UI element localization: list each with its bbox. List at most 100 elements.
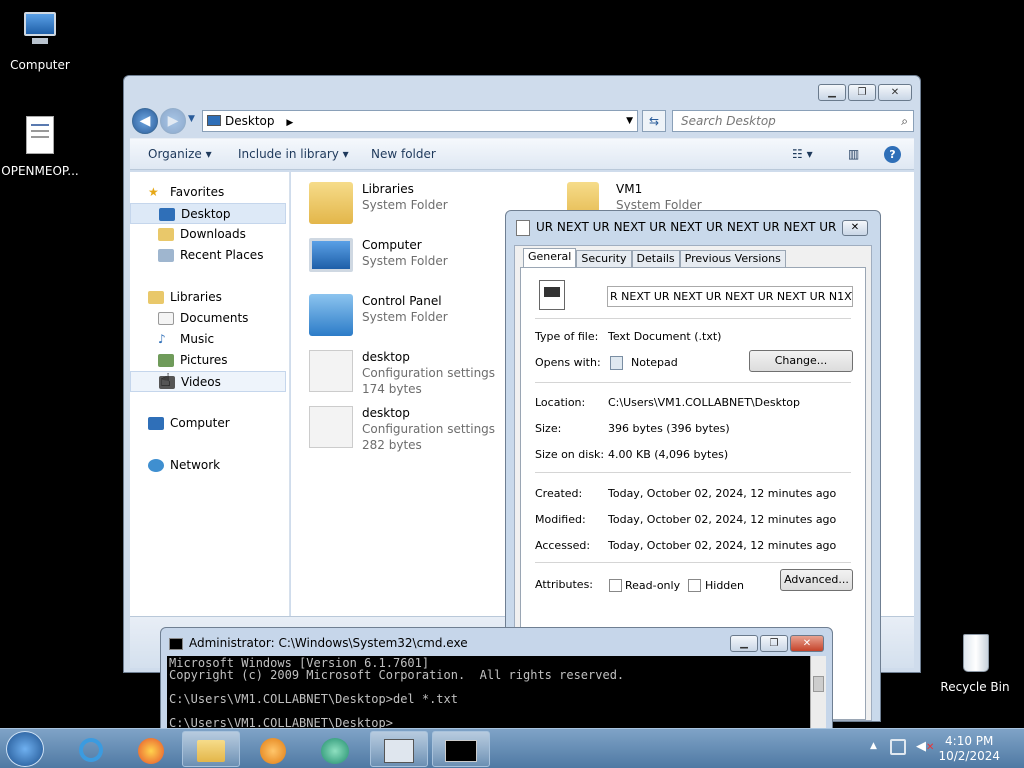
modified-value: Today, October 02, 2024, 12 minutes ago <box>608 513 837 526</box>
minimize-button[interactable]: ▁ <box>818 84 846 101</box>
tab-general[interactable]: General <box>523 248 577 268</box>
file-type-value: Text Document (.txt) <box>608 330 722 343</box>
network-tray-icon[interactable] <box>890 739 906 755</box>
back-button[interactable]: ◀ <box>132 108 158 134</box>
address-text: Desktop <box>225 114 275 128</box>
explorer-taskbar-button[interactable] <box>182 731 240 767</box>
preview-pane-icon[interactable]: ▥ <box>848 147 859 161</box>
cmd-window[interactable]: Administrator: C:\Windows\System32\cmd.e… <box>160 627 833 737</box>
show-hidden-icons[interactable]: ▲ <box>870 741 877 751</box>
maximize-button[interactable]: ❐ <box>848 84 876 101</box>
nav-recent-places[interactable]: Recent Places <box>130 245 286 266</box>
tab-details[interactable]: Details <box>631 250 680 268</box>
address-bar[interactable]: Desktop ▶ ▼ <box>202 110 638 132</box>
read-only-checkbox[interactable] <box>609 579 622 592</box>
filename-field[interactable]: R NEXT UR NEXT UR NEXT UR NEXT UR N1XT <box>607 286 853 307</box>
volume-muted-icon[interactable]: ◀✕ <box>916 739 934 755</box>
tab-previous-versions[interactable]: Previous Versions <box>679 250 786 268</box>
close-button[interactable]: ✕ <box>842 220 868 236</box>
search-icon: ⌕ <box>901 114 908 128</box>
desktop-icon-openmeop[interactable]: OPENMEOP... <box>0 116 80 178</box>
network-icon <box>148 459 164 472</box>
cmd-window-controls: ▁ ❐ ✕ <box>730 635 824 652</box>
change-button[interactable]: Change... <box>749 350 853 372</box>
notepad-icon <box>610 356 623 370</box>
console-line: C:\Users\VM1.COLLABNET\Desktop>del *.txt <box>169 692 458 706</box>
recent-pages-dropdown[interactable]: ▼ <box>188 114 195 124</box>
file-item[interactable]: desktop Configuration settings 174 bytes <box>309 348 499 398</box>
cmd-icon <box>169 638 183 650</box>
nav-computer[interactable]: Computer <box>130 413 286 434</box>
libraries-folder-icon <box>309 182 353 224</box>
help-icon[interactable]: ? <box>884 146 901 163</box>
close-button[interactable]: ✕ <box>790 635 824 652</box>
file-item[interactable]: desktop Configuration settings 282 bytes <box>309 404 499 454</box>
navigation-pane: ★ Favorites Desktop Downloads Recent Plac… <box>130 172 290 616</box>
hidden-label: Hidden <box>705 579 745 592</box>
file-item[interactable]: Libraries System Folder <box>309 180 499 230</box>
cmd-taskbar-button[interactable] <box>432 731 490 767</box>
clock-time: 4:10 PM <box>945 734 994 748</box>
nav-documents[interactable]: Documents <box>130 308 286 329</box>
maximize-button[interactable]: ❐ <box>760 635 788 652</box>
nav-desktop[interactable]: Desktop <box>130 203 286 224</box>
pictures-icon <box>158 354 174 367</box>
nav-libraries[interactable]: Libraries <box>130 287 286 308</box>
taskbar: ▲ ◀✕ 4:10 PM 10/2/2024 <box>0 728 1024 768</box>
hidden-checkbox[interactable] <box>688 579 701 592</box>
desktop-icon-computer[interactable]: Computer <box>0 10 80 72</box>
nav-downloads[interactable]: Downloads <box>130 224 286 245</box>
search-input[interactable]: Search Desktop ⌕ <box>672 110 914 132</box>
media-player-icon[interactable] <box>244 731 302 767</box>
app-icon[interactable] <box>306 731 364 767</box>
documents-icon <box>158 312 174 325</box>
star-icon: ★ <box>148 185 159 199</box>
document-icon <box>18 116 62 160</box>
nav-videos[interactable]: Videos <box>130 371 286 392</box>
file-item[interactable]: Computer System Folder <box>309 236 499 286</box>
tab-strip: General Security Details Previous Versio… <box>523 248 786 268</box>
music-icon: ♪ <box>158 332 166 346</box>
internet-explorer-icon[interactable] <box>62 731 120 767</box>
change-view-icon[interactable]: ☷ ▾ <box>792 147 813 161</box>
desktop-icon-label: OPENMEOP... <box>1 164 79 178</box>
cmd-console[interactable]: Microsoft Windows [Version 6.1.7601] Copy… <box>167 656 810 736</box>
accessed-value: Today, October 02, 2024, 12 minutes ago <box>608 539 837 552</box>
cmd-scrollbar[interactable] <box>810 656 826 736</box>
control-panel-icon <box>309 294 353 336</box>
advanced-button[interactable]: Advanced... <box>780 569 853 591</box>
dialog-title: UR NEXT UR NEXT UR NEXT UR NEXT UR NEXT … <box>536 220 836 234</box>
recycle-bin-icon <box>953 632 997 676</box>
refresh-button[interactable]: ⇆ <box>642 110 666 132</box>
breadcrumb-arrow-icon[interactable]: ▶ <box>286 118 293 128</box>
size-value: 396 bytes (396 bytes) <box>608 422 730 435</box>
read-only-label: Read-only <box>625 579 681 592</box>
desktop-small-icon <box>207 115 221 126</box>
computer-icon <box>309 238 353 272</box>
nav-pictures[interactable]: Pictures <box>130 350 286 371</box>
properties-taskbar-button[interactable] <box>370 731 428 767</box>
system-clock[interactable]: 4:10 PM 10/2/2024 <box>938 734 1000 764</box>
forward-button[interactable]: ▶ <box>160 108 186 134</box>
computer-small-icon <box>148 417 164 430</box>
clock-date: 10/2/2024 <box>938 749 1000 763</box>
tab-security[interactable]: Security <box>576 250 632 268</box>
recent-places-icon <box>158 249 174 262</box>
new-folder-button[interactable]: New folder <box>371 147 436 161</box>
text-file-icon <box>516 220 530 236</box>
minimize-button[interactable]: ▁ <box>730 635 758 652</box>
desktop-icon-recycle-bin[interactable]: Recycle Bin <box>935 632 1015 694</box>
start-button[interactable] <box>6 731 44 767</box>
close-button[interactable]: ✕ <box>878 84 912 101</box>
config-file-icon <box>309 406 353 448</box>
address-dropdown-icon[interactable]: ▼ <box>626 111 633 131</box>
downloads-icon <box>158 228 174 241</box>
desktop-icon <box>159 208 175 221</box>
nav-favorites[interactable]: ★ Favorites <box>130 182 286 203</box>
nav-network[interactable]: Network <box>130 455 286 476</box>
organize-button[interactable]: Organize ▾ <box>148 147 212 161</box>
include-in-library-button[interactable]: Include in library ▾ <box>238 147 349 161</box>
nav-music[interactable]: ♪ Music <box>130 329 286 350</box>
firefox-icon[interactable] <box>122 731 180 767</box>
file-item[interactable]: Control Panel System Folder <box>309 292 499 342</box>
